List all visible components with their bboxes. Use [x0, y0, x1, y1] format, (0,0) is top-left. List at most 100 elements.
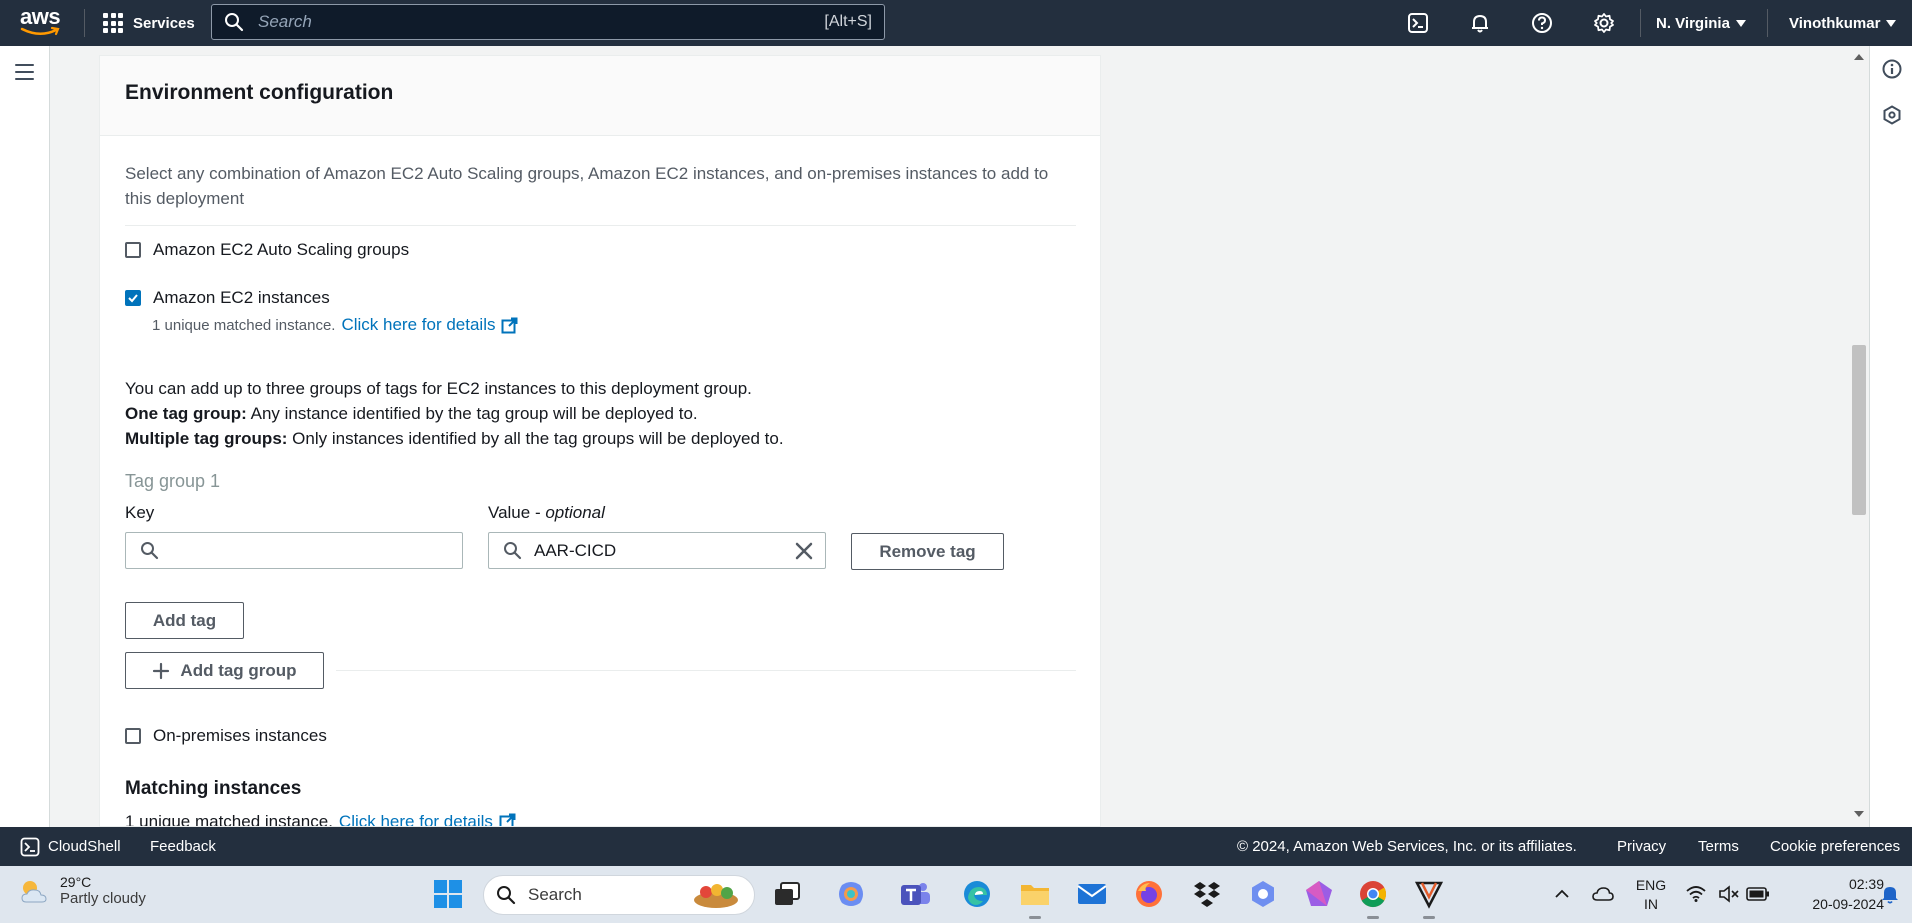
- clock-time: 02:39: [1848, 876, 1884, 892]
- ec2-checkbox[interactable]: [125, 290, 141, 306]
- task-view-button[interactable]: [770, 877, 804, 911]
- ec2-details-link[interactable]: Click here for details: [341, 315, 518, 335]
- notification-bell-icon: [1882, 887, 1898, 904]
- cloudshell-footer-label: CloudShell: [48, 838, 121, 855]
- onprem-option-label: On-premises instances: [153, 726, 327, 745]
- firefox-app[interactable]: [1132, 877, 1166, 911]
- matching-details-link[interactable]: Click here for details: [339, 809, 516, 826]
- ec2-match-text: 1 unique matched instance.: [152, 316, 336, 334]
- notification-center-button[interactable]: [1875, 877, 1905, 911]
- weather-condition: Partly cloudy: [60, 890, 146, 907]
- caret-down-icon: [1735, 19, 1746, 27]
- panel-header: Environment configuration: [100, 56, 1100, 136]
- network-button[interactable]: [1679, 877, 1713, 911]
- running-indicator: [1029, 916, 1041, 919]
- account-menu[interactable]: Vinothkumar: [1789, 0, 1897, 46]
- search-highlight-icon: [694, 884, 738, 908]
- onprem-option[interactable]: On-premises instances: [125, 726, 327, 746]
- remove-tag-button[interactable]: Remove tag: [851, 533, 1004, 570]
- cloudshell-footer-button[interactable]: CloudShell: [20, 827, 121, 866]
- input-language-indicator[interactable]: ENG IN: [1633, 876, 1669, 914]
- ec2-option[interactable]: Amazon EC2 instances: [125, 288, 330, 308]
- language-code: ENG: [1635, 877, 1667, 893]
- mail-app[interactable]: [1075, 877, 1109, 911]
- tag-value-input[interactable]: AAR-CICD: [488, 532, 826, 569]
- privacy-link[interactable]: Privacy: [1617, 827, 1666, 866]
- services-menu-button[interactable]: Services: [103, 0, 195, 46]
- nav-divider: [1767, 9, 1768, 37]
- folder-icon: [1021, 885, 1049, 905]
- asg-option-label: Amazon EC2 Auto Scaling groups: [153, 240, 410, 259]
- task-view-icon: [775, 882, 800, 905]
- clear-icon[interactable]: [795, 542, 813, 560]
- divider: [336, 670, 1076, 671]
- settings-button[interactable]: [1590, 9, 1618, 37]
- weather-temperature: 29°C: [60, 874, 92, 890]
- help-button[interactable]: [1528, 9, 1556, 37]
- dropbox-app[interactable]: [1190, 877, 1224, 911]
- help-icon: [1532, 13, 1552, 33]
- chevron-up-icon: [1555, 889, 1569, 898]
- vlc-app[interactable]: [1412, 877, 1446, 919]
- weather-widget[interactable]: 29°C Partly cloudy: [18, 874, 146, 907]
- cookie-preferences-link[interactable]: Cookie preferences: [1770, 827, 1900, 866]
- key-label: Key: [125, 503, 155, 522]
- tags-info-one: One tag group: Any instance identified b…: [125, 401, 698, 426]
- teams-app[interactable]: [898, 877, 932, 911]
- feedback-link[interactable]: Feedback: [150, 827, 216, 866]
- asg-checkbox[interactable]: [125, 242, 141, 258]
- battery-icon: [1746, 887, 1769, 901]
- tag-key-input[interactable]: [125, 532, 463, 569]
- firefox-icon: [1136, 881, 1162, 907]
- feedback-hexagon-icon[interactable]: [1882, 105, 1902, 125]
- copilot-app[interactable]: [834, 877, 868, 911]
- asg-option[interactable]: Amazon EC2 Auto Scaling groups: [125, 240, 409, 260]
- gem-icon: [1306, 881, 1332, 906]
- region-code: IN: [1644, 896, 1658, 912]
- add-tag-button[interactable]: Add tag: [125, 602, 244, 639]
- system-app[interactable]: [1246, 877, 1280, 911]
- wifi-icon: [1686, 886, 1706, 902]
- right-utility-rail: [1869, 46, 1912, 827]
- cloudshell-nav-button[interactable]: [1404, 9, 1432, 37]
- chrome-app[interactable]: [1356, 877, 1390, 919]
- onprem-checkbox[interactable]: [125, 728, 141, 744]
- menu-icon[interactable]: [15, 64, 34, 80]
- battery-button[interactable]: [1741, 877, 1775, 911]
- caret-down-icon: [1886, 19, 1897, 27]
- scroll-up-icon[interactable]: [1854, 54, 1864, 60]
- nav-divider: [1640, 9, 1641, 37]
- tag-group-label: Tag group 1: [125, 471, 221, 491]
- tags-info-one-bold: One tag group:: [125, 404, 247, 423]
- left-navigation-rail: [0, 46, 50, 827]
- system-clock[interactable]: 02:39 20-09-2024: [1788, 874, 1884, 914]
- scroll-down-icon[interactable]: [1854, 811, 1864, 817]
- terms-link[interactable]: Terms: [1698, 827, 1739, 866]
- tags-info-multi: Multiple tag groups: Only instances iden…: [125, 426, 784, 451]
- global-search-input[interactable]: Search [Alt+S]: [211, 4, 885, 40]
- clock-date: 20-09-2024: [1812, 896, 1884, 912]
- aws-logo[interactable]: aws: [20, 6, 64, 40]
- onedrive-button[interactable]: [1586, 877, 1620, 911]
- checkmark-icon: [128, 294, 138, 303]
- region-selector[interactable]: N. Virginia: [1656, 0, 1746, 46]
- tags-info-multi-text: Only instances identified by all the tag…: [287, 429, 784, 448]
- windows-start-button[interactable]: [431, 877, 465, 911]
- search-icon: [225, 13, 244, 32]
- hexagon-app-icon: [1252, 881, 1274, 907]
- gear-icon: [1594, 13, 1614, 33]
- show-hidden-icons-button[interactable]: [1545, 877, 1579, 911]
- notifications-button[interactable]: [1466, 9, 1494, 37]
- aws-logo-text: aws: [20, 4, 61, 29]
- scrollbar-thumb[interactable]: [1852, 345, 1866, 515]
- edge-app[interactable]: [960, 877, 994, 911]
- running-indicator: [1423, 916, 1435, 919]
- info-icon[interactable]: [1882, 59, 1902, 79]
- file-explorer-app[interactable]: [1018, 877, 1052, 919]
- edge-icon: [964, 881, 990, 907]
- taskbar-search-input[interactable]: Search: [483, 875, 755, 915]
- environment-configuration-panel: Environment configuration Select any com…: [99, 55, 1101, 827]
- plus-icon: [153, 662, 170, 679]
- add-tag-group-button[interactable]: Add tag group: [125, 652, 324, 689]
- gem-app[interactable]: [1302, 877, 1336, 911]
